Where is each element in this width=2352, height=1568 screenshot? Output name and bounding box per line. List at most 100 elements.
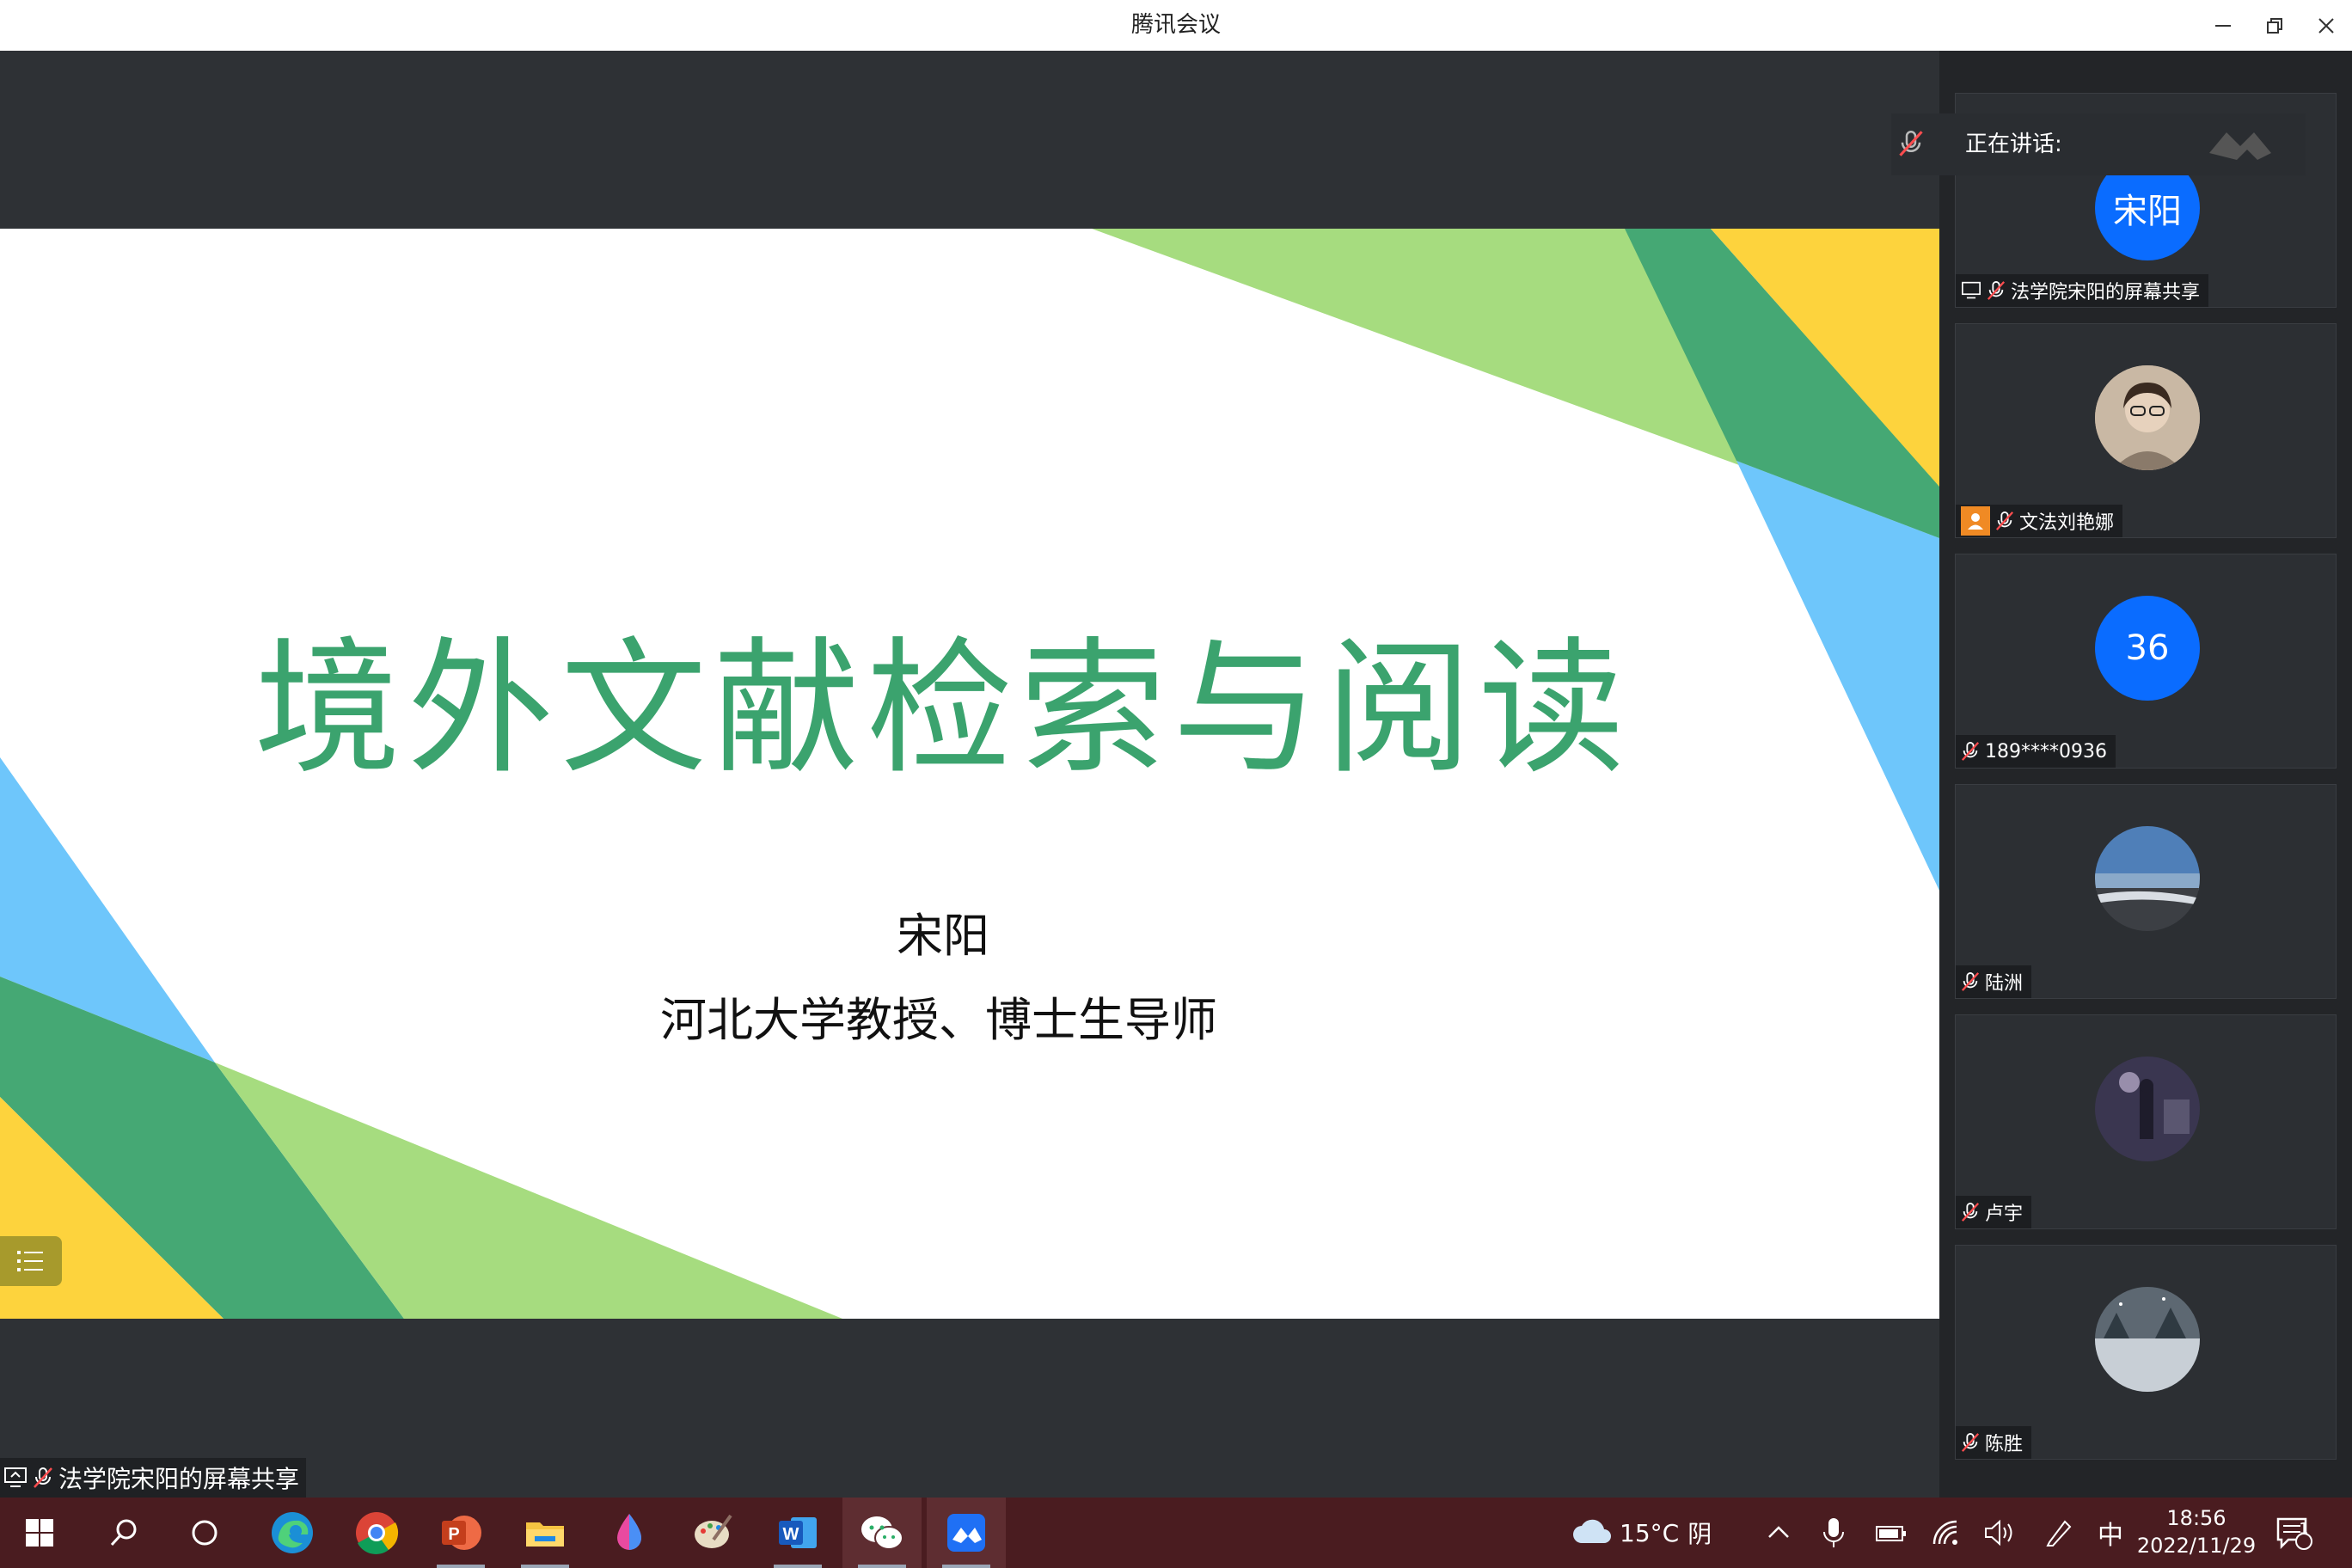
- taskbar-chrome[interactable]: [337, 1498, 416, 1568]
- taskbar: P W 15°C 阴 中 18:56 2022/11/29 1: [0, 1498, 2352, 1568]
- weather-temperature: 15°C: [1620, 1518, 1680, 1547]
- presentation-slide: 境外文献检索与阅读 宋阳 河北大学教授、博士生导师: [0, 229, 1939, 1319]
- ime-label: 中: [2098, 1521, 2123, 1551]
- taskbar-file-explorer[interactable]: [505, 1498, 585, 1568]
- beach-photo-icon: [2095, 826, 2200, 931]
- mic-muted-icon: [1961, 972, 1980, 991]
- clock-date: 2022/11/29: [2136, 1534, 2257, 1558]
- taskbar-tencent-meeting[interactable]: [927, 1498, 1006, 1568]
- slide-title: 境外文献检索与阅读: [254, 624, 1632, 794]
- svg-text:P: P: [448, 1525, 459, 1544]
- participant-name-tag: 法学院宋阳的屏幕共享: [1956, 274, 2209, 307]
- microphone-icon: [1823, 1518, 1844, 1547]
- night-photo-icon: [2095, 1057, 2200, 1161]
- mic-muted-icon: [1961, 1433, 1980, 1452]
- tray-pen[interactable]: [2043, 1498, 2075, 1568]
- start-button[interactable]: [0, 1498, 79, 1568]
- participant-name: 陈胜: [1985, 1434, 2024, 1455]
- volume-icon: [1985, 1519, 2012, 1547]
- folder-icon: [526, 1522, 564, 1547]
- weather-widget[interactable]: 15°C 阴: [1571, 1498, 1712, 1568]
- participant-name: 陆洲: [1985, 973, 2024, 995]
- tencent-meeting-logo-icon: [2209, 132, 2271, 160]
- minimize-icon: [2215, 24, 2231, 27]
- participant-tile[interactable]: 陈胜: [1955, 1245, 2337, 1460]
- mic-muted-icon: [1995, 511, 2014, 530]
- chevron-up-icon: [1768, 1526, 1789, 1538]
- edge-icon: [272, 1512, 313, 1553]
- screen-share-icon: [4, 1467, 27, 1487]
- cortana-button[interactable]: [165, 1498, 244, 1568]
- battery-icon: [1876, 1526, 1906, 1541]
- user-photo-icon: [2095, 365, 2200, 470]
- close-button[interactable]: [2300, 0, 2352, 51]
- powerpoint-icon: P: [442, 1516, 481, 1550]
- now-speaking-bar: 正在讲话:: [1891, 113, 2306, 175]
- slide-outline-button[interactable]: [0, 1236, 62, 1286]
- participant-tile[interactable]: 陆洲: [1955, 784, 2337, 999]
- list-icon: [17, 1251, 43, 1271]
- taskbar-wechat[interactable]: [842, 1498, 922, 1568]
- cortana-icon: [192, 1520, 217, 1546]
- taskbar-edge[interactable]: [253, 1498, 332, 1568]
- participant-tile[interactable]: 文法刘艳娜: [1955, 323, 2337, 538]
- taskbar-powerpoint[interactable]: P: [421, 1498, 500, 1568]
- avatar-text: 宋阳: [2113, 192, 2182, 231]
- taskbar-paint[interactable]: [674, 1498, 753, 1568]
- participant-name: 法学院宋阳的屏幕共享: [2011, 282, 2201, 303]
- search-icon: [110, 1519, 137, 1547]
- avatar: [2095, 1287, 2200, 1392]
- tray-overflow-button[interactable]: [1764, 1498, 1793, 1568]
- avatar-text: 36: [2125, 628, 2170, 668]
- participant-name: 文法刘艳娜: [2019, 512, 2115, 534]
- tray-microphone[interactable]: [1821, 1498, 1847, 1568]
- participant-name-tag: 陆洲: [1956, 965, 2032, 998]
- cloud-icon: [1573, 1519, 1611, 1543]
- taskbar-paint-drop[interactable]: [590, 1498, 669, 1568]
- now-speaking-label: 正在讲话:: [1965, 132, 2062, 157]
- title-bar: 腾讯会议: [0, 0, 2352, 52]
- minimize-button[interactable]: [2197, 0, 2249, 51]
- close-icon: [2318, 17, 2334, 34]
- clock-time: 18:56: [2166, 1506, 2226, 1530]
- weather-description: 阴: [1687, 1520, 1712, 1548]
- restore-icon: [2267, 17, 2282, 34]
- wechat-icon: [861, 1516, 903, 1550]
- notification-center-button[interactable]: 1: [2275, 1498, 2314, 1568]
- participant-tile[interactable]: 36 189****0936: [1955, 554, 2337, 769]
- screen-share-label: 法学院宋阳的屏幕共享: [58, 1465, 300, 1493]
- participant-name-tag: 陈胜: [1956, 1426, 2032, 1459]
- participant-name-tag: 189****0936: [1956, 735, 2116, 768]
- svg-text:W: W: [783, 1525, 799, 1544]
- screen-share-tag: 法学院宋阳的屏幕共享: [0, 1458, 307, 1498]
- wifi-icon: [1932, 1520, 1957, 1545]
- mic-muted-icon: [1961, 742, 1980, 761]
- input-method-indicator[interactable]: 中: [2098, 1498, 2123, 1568]
- participant-name-tag: 文法刘艳娜: [1956, 505, 2123, 537]
- tray-battery[interactable]: [1874, 1498, 1908, 1568]
- taskbar-clock[interactable]: 18:56 2022/11/29: [2132, 1504, 2261, 1559]
- participant-name: 189****0936: [1985, 740, 2107, 763]
- participant-tile[interactable]: 卢宇: [1955, 1014, 2337, 1229]
- color-drop-icon: [617, 1514, 641, 1550]
- avatar: 36: [2095, 596, 2200, 701]
- notification-count: 1: [2299, 1520, 2309, 1538]
- tray-wifi[interactable]: [1931, 1498, 1963, 1568]
- host-user-icon: [1961, 506, 1990, 536]
- avatar: [2095, 826, 2200, 931]
- restore-button[interactable]: [2249, 0, 2300, 51]
- window-title: 腾讯会议: [1130, 12, 1221, 38]
- mic-muted-icon: [1899, 131, 1923, 156]
- screen-share-icon: [1962, 281, 1981, 299]
- avatar: [2095, 365, 2200, 470]
- taskbar-word[interactable]: W: [758, 1498, 837, 1568]
- participant-name: 卢宇: [1985, 1204, 2024, 1225]
- snow-photo-icon: [2095, 1287, 2200, 1392]
- tray-volume[interactable]: [1982, 1498, 2017, 1568]
- mic-muted-icon: [1987, 281, 2006, 300]
- taskbar-search-button[interactable]: [84, 1498, 163, 1568]
- tencent-meeting-icon: [947, 1514, 985, 1552]
- chrome-icon: [356, 1512, 399, 1555]
- slide-affiliation: 河北大学教授、博士生导师: [660, 993, 1217, 1047]
- palette-icon: [695, 1514, 732, 1548]
